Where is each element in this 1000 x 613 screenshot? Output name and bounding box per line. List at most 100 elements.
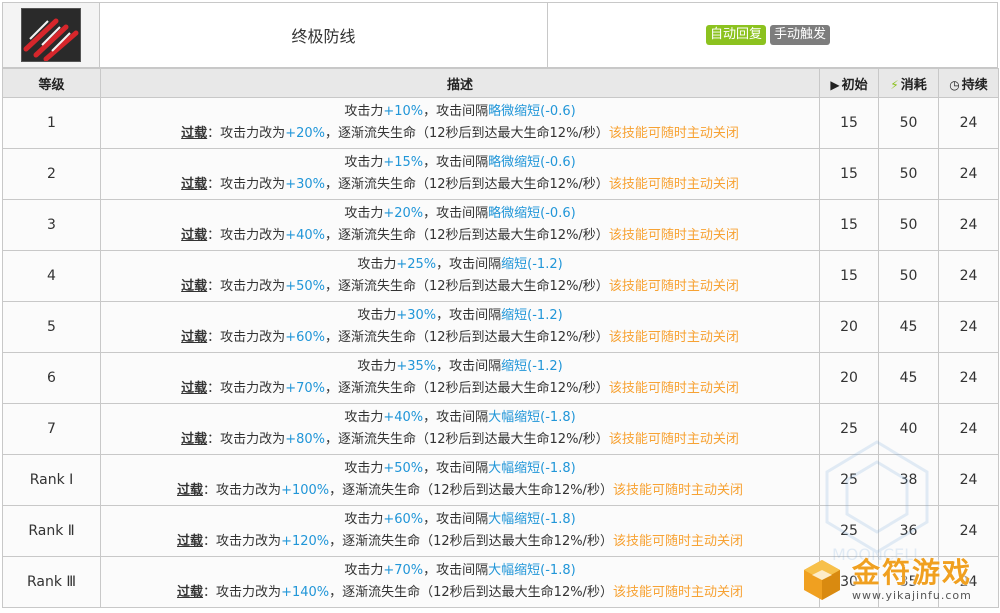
overload-atk-label: ：攻击力改为 xyxy=(207,432,286,447)
skill-header: 终极防线 自动回复 手动触发 xyxy=(2,2,998,68)
overload-atk-label: ：攻击力改为 xyxy=(207,381,286,396)
desc-line-1: 攻击力+35%，攻击间隔缩短(-1.2) xyxy=(357,359,562,374)
desc-line-1: 攻击力+25%，攻击间隔缩短(-1.2) xyxy=(357,257,562,272)
cube-logo-icon xyxy=(804,559,840,600)
atk-bonus: +15% xyxy=(383,155,424,170)
overload-keyword[interactable]: 过载 xyxy=(177,534,203,549)
desc-line-2: 过载：攻击力改为+40%，逐渐流失生命（12秒后到达最大生命12%/秒）该技能可… xyxy=(101,225,819,247)
overload-keyword[interactable]: 过载 xyxy=(177,585,203,600)
row-initial-sp: 15 xyxy=(819,97,879,149)
row-initial-sp: 15 xyxy=(819,199,879,251)
row-level: 1 xyxy=(2,97,101,149)
row-initial-sp: 20 xyxy=(819,352,879,404)
skill-tags: 自动回复 手动触发 xyxy=(548,2,998,68)
atk-label: 攻击力 xyxy=(344,410,384,425)
header-level: 等级 xyxy=(2,68,101,98)
overload-keyword[interactable]: 过载 xyxy=(181,228,207,243)
desc-line-1: 攻击力+70%，攻击间隔大幅缩短(-1.8) xyxy=(344,563,575,578)
overload-keyword[interactable]: 过载 xyxy=(177,483,203,498)
header-initial: ▶ 初始 xyxy=(819,68,879,98)
row-level: Rank Ⅲ xyxy=(2,556,101,608)
hp-drain-text: ，逐渐流失生命（12秒后到达最大生命12%/秒） xyxy=(324,126,609,141)
header-duration-label: 持续 xyxy=(961,77,988,93)
row-duration: 24 xyxy=(938,301,999,353)
overload-atk-label: ：攻击力改为 xyxy=(207,126,286,141)
desc-line-2: 过载：攻击力改为+140%，逐渐流失生命（12秒后到达最大生命12%/秒）该技能… xyxy=(101,582,819,604)
toggle-off-note: 该技能可随时主动关闭 xyxy=(612,534,743,549)
atk-bonus: +25% xyxy=(396,257,437,272)
skill-icon-cell xyxy=(2,2,100,68)
overload-keyword[interactable]: 过载 xyxy=(181,126,207,141)
overload-atk-label: ：攻击力改为 xyxy=(207,177,286,192)
atk-label: 攻击力 xyxy=(344,155,384,170)
interval-label: ，攻击间隔 xyxy=(423,104,489,119)
header-cost: ⚡ 消耗 xyxy=(878,68,939,98)
atk-bonus: +20% xyxy=(383,206,424,221)
row-description: 攻击力+15%，攻击间隔略微缩短(-0.6) 过载：攻击力改为+30%，逐渐流失生… xyxy=(100,148,820,200)
overload-atk-value: +20% xyxy=(285,126,325,141)
row-level: 4 xyxy=(2,250,101,302)
overload-atk-value: +140% xyxy=(281,585,330,600)
table-row: 6 攻击力+35%，攻击间隔缩短(-1.2) 过载：攻击力改为+70%，逐渐流失生命… xyxy=(2,352,999,404)
hp-drain-text: ，逐渐流失生命（12秒后到达最大生命12%/秒） xyxy=(329,483,613,498)
atk-label: 攻击力 xyxy=(357,257,397,272)
row-initial-sp: 15 xyxy=(819,250,879,302)
toggle-off-note: 该技能可随时主动关闭 xyxy=(612,585,743,600)
row-level: Rank Ⅰ xyxy=(2,454,101,506)
overload-keyword[interactable]: 过载 xyxy=(181,279,207,294)
interval-label: ，攻击间隔 xyxy=(423,512,489,527)
row-description: 攻击力+35%，攻击间隔缩短(-1.2) 过载：攻击力改为+70%，逐渐流失生命（… xyxy=(100,352,820,404)
overload-atk-label: ：攻击力改为 xyxy=(203,534,282,549)
overload-keyword[interactable]: 过载 xyxy=(181,330,207,345)
table-row: 4 攻击力+25%，攻击间隔缩短(-1.2) 过载：攻击力改为+50%，逐渐流失生命… xyxy=(2,250,999,302)
lightning-icon: ⚡ xyxy=(890,77,899,92)
clock-icon: ◷ xyxy=(949,77,960,92)
row-duration: 24 xyxy=(938,352,999,404)
atk-label: 攻击力 xyxy=(344,563,384,578)
play-icon: ▶ xyxy=(830,77,840,92)
interval-label: ，攻击间隔 xyxy=(423,155,489,170)
watermark-url: www.yikajinfu.com xyxy=(852,589,972,602)
hp-drain-text: ，逐渐流失生命（12秒后到达最大生命12%/秒） xyxy=(329,534,613,549)
skill-name: 终极防线 xyxy=(100,2,548,68)
table-row: 2 攻击力+15%，攻击间隔略微缩短(-0.6) 过载：攻击力改为+30%，逐渐流失… xyxy=(2,148,999,200)
hp-drain-text: ，逐渐流失生命（12秒后到达最大生命12%/秒） xyxy=(324,279,609,294)
interval-value: 略微缩短(-0.6) xyxy=(488,206,576,221)
overload-atk-value: +30% xyxy=(285,177,325,192)
overload-atk-label: ：攻击力改为 xyxy=(207,228,286,243)
hp-drain-text: ，逐渐流失生命（12秒后到达最大生命12%/秒） xyxy=(324,177,609,192)
desc-line-2: 过载：攻击力改为+20%，逐渐流失生命（12秒后到达最大生命12%/秒）该技能可… xyxy=(101,123,819,145)
atk-label: 攻击力 xyxy=(357,308,397,323)
header-initial-label: 初始 xyxy=(841,77,868,93)
desc-line-1: 攻击力+30%，攻击间隔缩短(-1.2) xyxy=(357,308,562,323)
toggle-off-note: 该技能可随时主动关闭 xyxy=(608,381,739,396)
watermark-title: 金符游戏 xyxy=(852,556,973,589)
atk-label: 攻击力 xyxy=(344,104,384,119)
skill-panel: 终极防线 自动回复 手动触发 等级 描述 ▶ 初始 ⚡ 消耗 ◷ 持续 1 攻击力 +10… xyxy=(2,2,1000,613)
overload-atk-value: +70% xyxy=(285,381,325,396)
overload-keyword[interactable]: 过载 xyxy=(181,381,207,396)
toggle-off-note: 该技能可随时主动关闭 xyxy=(608,279,739,294)
overload-atk-value: +100% xyxy=(281,483,330,498)
site-watermark: 金符游戏 www.yikajinfu.com xyxy=(790,546,1000,613)
atk-bonus: +40% xyxy=(383,410,424,425)
overload-atk-label: ：攻击力改为 xyxy=(203,585,282,600)
overload-atk-label: ：攻击力改为 xyxy=(207,330,286,345)
interval-value: 大幅缩短(-1.8) xyxy=(488,410,576,425)
row-level: Rank Ⅱ xyxy=(2,505,101,557)
overload-keyword[interactable]: 过载 xyxy=(181,432,207,447)
header-desc: 描述 xyxy=(100,68,820,98)
overload-atk-value: +40% xyxy=(285,228,325,243)
interval-label: ，攻击间隔 xyxy=(423,461,489,476)
interval-value: 大幅缩短(-1.8) xyxy=(488,563,576,578)
hp-drain-text: ，逐渐流失生命（12秒后到达最大生命12%/秒） xyxy=(324,432,609,447)
tag-auto-recovery: 自动回复 xyxy=(706,25,767,45)
row-initial-sp: 20 xyxy=(819,301,879,353)
desc-line-1: 攻击力+50%，攻击间隔大幅缩短(-1.8) xyxy=(344,461,575,476)
overload-keyword[interactable]: 过载 xyxy=(181,177,207,192)
desc-line-2: 过载：攻击力改为+80%，逐渐流失生命（12秒后到达最大生命12%/秒）该技能可… xyxy=(101,429,819,451)
toggle-off-note: 该技能可随时主动关闭 xyxy=(612,483,743,498)
row-description: 攻击力+25%，攻击间隔缩短(-1.2) 过载：攻击力改为+50%，逐渐流失生命（… xyxy=(100,250,820,302)
toggle-off-note: 该技能可随时主动关闭 xyxy=(608,330,739,345)
row-sp-cost: 50 xyxy=(878,199,939,251)
